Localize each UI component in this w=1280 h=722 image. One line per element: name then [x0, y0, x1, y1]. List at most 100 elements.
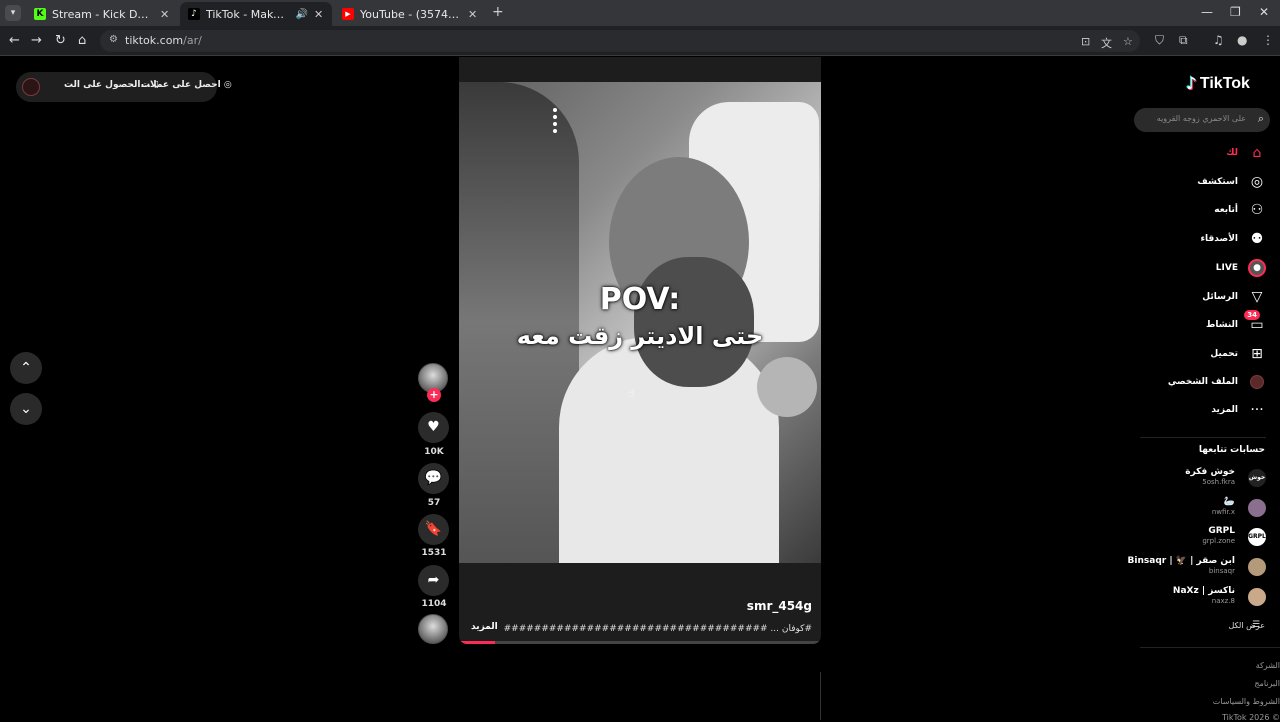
tiktok-logo[interactable]: ♪ TikTok — [1186, 74, 1250, 94]
bookmark-star-icon[interactable]: ☆ — [1123, 35, 1133, 48]
nav-explore[interactable]: استكشف ◎ — [1140, 173, 1266, 195]
tab-kick[interactable]: K Stream - Kick Dashboard ✕ — [26, 2, 178, 26]
nav-label: لك — [1226, 148, 1238, 158]
messages-icon: ▽ — [1251, 289, 1263, 305]
following-account[interactable]: خوش خوش فكرة 5osh.fkra — [1130, 465, 1266, 491]
share-button[interactable]: ➦ — [418, 565, 449, 596]
account-name: خوش فكرة — [1185, 467, 1235, 477]
speaker-icon[interactable]: 🔊 — [296, 9, 308, 20]
tab-title: Stream - Kick Dashboard — [52, 7, 154, 21]
video-progress-bar[interactable] — [459, 641, 821, 644]
user-avatar[interactable] — [22, 78, 40, 96]
media-control-icon[interactable]: ♫ — [1213, 33, 1224, 47]
account-avatar — [1248, 499, 1266, 517]
nav-live[interactable]: LIVE ● — [1140, 259, 1266, 281]
following-account[interactable]: Binsaqr | 🦅 | ابن صقر binsaqr — [1127, 554, 1266, 580]
logo-text: TikTok — [1199, 75, 1250, 92]
account-name: Binsaqr | 🦅 | ابن صقر — [1127, 556, 1235, 566]
translate-icon[interactable]: 文 — [1101, 35, 1112, 51]
nav-more[interactable]: المزيد ··· — [1140, 401, 1266, 423]
divider — [820, 672, 821, 720]
following-account[interactable]: NaXz | ناكسز naxz.8 — [1130, 584, 1266, 610]
tab-title: YouTube - بودكاست ديني (3574) — [360, 7, 462, 21]
reload-icon[interactable]: ↻ — [55, 33, 66, 48]
window-close-icon[interactable]: ✕ — [1259, 5, 1269, 19]
more-button[interactable]: المزيد — [471, 622, 498, 632]
get-coins-link[interactable]: احصل على عملات ◎ — [141, 80, 232, 90]
save-button[interactable]: 🔖 — [418, 514, 449, 545]
heart-icon: ♥ — [427, 419, 440, 435]
browser-toolbar: ← → ↻ ⌂ ⚙ tiktok.com/ar/ ⊡ 文 ☆ ⛉ ⧉ ♫ ● ⋮ — [0, 26, 1280, 56]
footer-link-company[interactable]: الشركة — [1256, 661, 1280, 670]
search-icon[interactable]: ⌕ — [1258, 112, 1264, 126]
sound-avatar[interactable] — [418, 614, 448, 644]
account-avatar — [1248, 558, 1266, 576]
follow-plus-icon[interactable]: + — [427, 388, 441, 402]
minimize-icon[interactable]: — — [1201, 5, 1213, 19]
friends-icon: ⚉ — [1250, 231, 1264, 247]
video-progress-fill — [459, 641, 496, 644]
microphone — [757, 357, 817, 417]
tab-tiktok[interactable]: ♪ TikTok - Make Your Day 🔊 ✕ — [180, 2, 332, 26]
comment-count: 57 — [427, 498, 441, 508]
back-icon[interactable]: ← — [9, 33, 20, 48]
following-account[interactable]: 🦢 nwfir.x — [1130, 495, 1266, 521]
live-icon: ● — [1248, 259, 1266, 277]
site-info-icon[interactable]: ⚙ — [109, 34, 118, 45]
kick-icon: K — [34, 8, 46, 20]
footer-link-program[interactable]: البرنامج — [1254, 679, 1280, 688]
account-handle: grpl.zone — [1202, 537, 1235, 545]
browser-tab-strip: ▾ K Stream - Kick Dashboard ✕ ♪ TikTok -… — [0, 0, 1280, 26]
home-browser-icon[interactable]: ⌂ — [78, 33, 86, 48]
url-text[interactable]: tiktok.com/ar/ — [125, 34, 202, 47]
account-handle: 5osh.fkra — [1202, 478, 1235, 486]
menu-kebab-icon[interactable]: ⋮ — [1262, 33, 1274, 47]
home-icon: ⌂ — [1252, 145, 1262, 161]
profile-avatar-icon[interactable]: ● — [1237, 33, 1247, 47]
coin-icon: ◎ — [223, 80, 232, 90]
forward-icon[interactable]: → — [31, 33, 42, 48]
comment-button[interactable]: 💬 — [418, 463, 449, 494]
install-app-icon[interactable]: ⊡ — [1081, 35, 1090, 48]
next-video-button[interactable]: ⌄ — [10, 393, 42, 425]
nav-upload[interactable]: تحميل ⊞ — [1140, 345, 1266, 367]
nav-activity[interactable]: النشاط ▭ 34 — [1140, 310, 1266, 338]
address-bar[interactable]: ⚙ tiktok.com/ar/ ⊡ 文 ☆ — [100, 30, 1140, 52]
get-app-label: الحصول على الت... — [64, 80, 151, 90]
nav-profile[interactable]: الملف الشخصي — [1140, 373, 1266, 395]
video-player[interactable]: POV: حتى الاديتر زقت معه smr_454g #كوفان… — [459, 57, 821, 644]
search-input[interactable]: على الاحمري زوجه القرويه ⌕ — [1134, 108, 1270, 132]
extensions-icon[interactable]: ⧉ — [1179, 33, 1188, 48]
comment-icon: 💬 — [424, 470, 443, 486]
share-icon: ➦ — [427, 572, 440, 588]
restore-icon[interactable]: ❐ — [1230, 5, 1241, 19]
like-button[interactable]: ♥ — [418, 412, 449, 443]
url-host: tiktok.com — [125, 34, 184, 47]
close-icon[interactable]: ✕ — [160, 8, 170, 21]
close-icon[interactable]: ✕ — [468, 8, 478, 21]
nav-label: تحميل — [1210, 349, 1238, 359]
video-username[interactable]: smr_454g — [747, 599, 812, 613]
close-icon[interactable]: ✕ — [314, 8, 324, 21]
account-avatar: GRPL — [1248, 528, 1266, 546]
profile-icon — [1248, 373, 1266, 391]
new-tab-button[interactable]: + — [492, 4, 504, 20]
previous-video-button[interactable]: ⌃ — [10, 352, 42, 384]
nav-for-you[interactable]: لك ⌂ — [1140, 144, 1266, 166]
video-frame[interactable]: POV: حتى الاديتر زقت معه — [459, 82, 821, 563]
nav-following[interactable]: أتابعه ⚇ — [1140, 201, 1266, 223]
nav-friends[interactable]: الأصدقاء ⚉ — [1140, 230, 1266, 252]
video-options-icon[interactable] — [553, 108, 558, 136]
tab-youtube[interactable]: ▶ YouTube - بودكاست ديني (3574) ✕ — [334, 2, 486, 26]
tab-search-button[interactable]: ▾ — [5, 5, 21, 21]
footer-link-terms[interactable]: الشروط والسياسات — [1213, 697, 1280, 706]
caption-top: POV: — [599, 282, 681, 317]
nav-messages[interactable]: الرسائل ▽ — [1140, 288, 1266, 310]
account-name: NaXz | ناكسز — [1172, 586, 1235, 596]
following-account[interactable]: GRPL GRPL grpl.zone — [1130, 524, 1266, 550]
nav-label: الأصدقاء — [1200, 234, 1238, 244]
following-accounts-heading: حسابات تتابعها — [1198, 445, 1265, 455]
video-description: #كوفان ... #############################… — [504, 624, 812, 634]
tab-title: TikTok - Make Your Day — [206, 7, 290, 21]
shield-extension-icon[interactable]: ⛉ — [1155, 33, 1164, 48]
